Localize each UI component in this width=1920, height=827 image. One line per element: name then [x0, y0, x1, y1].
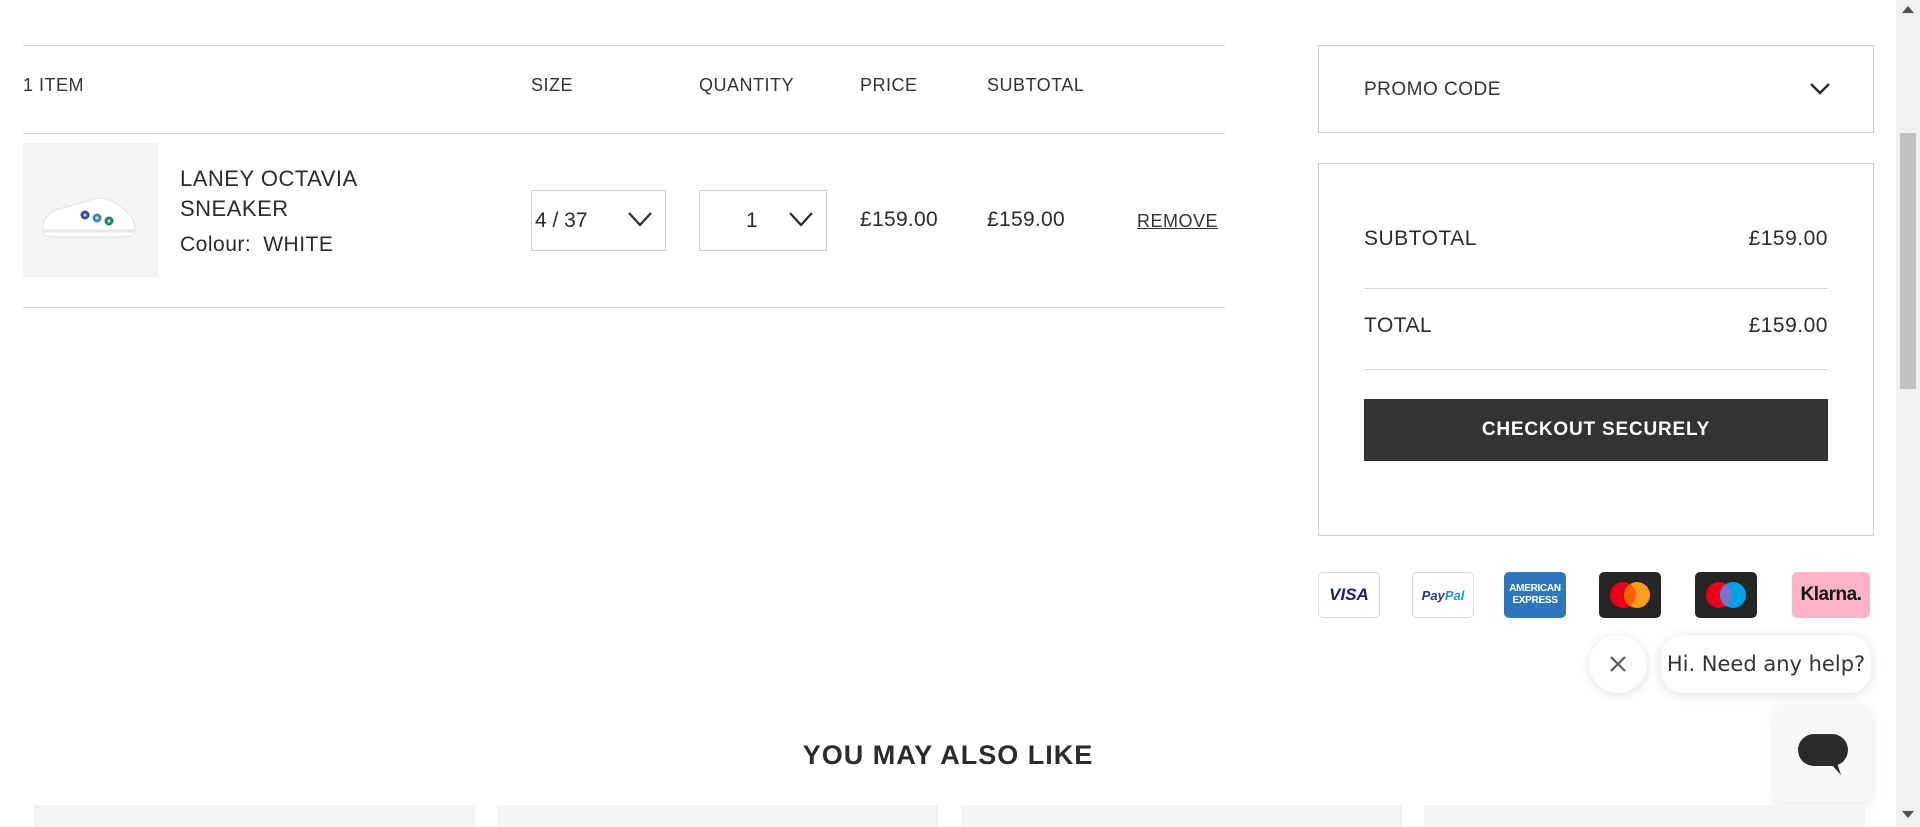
cart-table: 1 ITEM SIZE QUANTITY PRICE SUBTOTAL LANE… [23, 45, 1225, 308]
recommendation-card[interactable] [961, 805, 1402, 827]
close-icon [1610, 656, 1626, 672]
summary-total-label: TOTAL [1364, 314, 1433, 337]
chevron-down-icon [1810, 83, 1830, 95]
summary-total-value: £159.00 [1748, 314, 1828, 337]
colour-label: Colour: [180, 233, 252, 256]
price-header: PRICE [860, 75, 918, 95]
amex-text-a: AMERICAN [1509, 583, 1561, 594]
cart-table-header: 1 ITEM SIZE QUANTITY PRICE SUBTOTAL [23, 45, 1225, 134]
recommendation-card[interactable] [1424, 805, 1865, 827]
checkout-button[interactable]: CHECKOUT SECURELY [1364, 399, 1828, 461]
page-scrollbar[interactable] [1896, 0, 1920, 827]
scroll-up-arrow-icon[interactable] [1902, 6, 1914, 13]
recommendation-card[interactable] [497, 805, 938, 827]
unit-price: £159.00 [860, 208, 939, 231]
quantity-header: QUANTITY [699, 75, 795, 95]
chevron-down-icon [789, 212, 813, 227]
summary-total-row: TOTAL £159.00 [1364, 314, 1828, 338]
amex-icon: AMERICAN EXPRESS [1504, 572, 1566, 618]
remove-item-link[interactable]: REMOVE [1137, 211, 1218, 232]
recommendations-title: YOU MAY ALSO LIKE [802, 740, 1094, 770]
amex-text-b: EXPRESS [1512, 595, 1558, 606]
size-value: 4 / 37 [535, 208, 588, 232]
summary-subtotal-label: SUBTOTAL [1364, 227, 1477, 250]
product-colour: Colour: WHITE [180, 233, 333, 257]
chevron-down-icon [628, 212, 652, 227]
scrollbar-thumb[interactable] [1900, 133, 1916, 389]
divider [1364, 288, 1828, 289]
size-select[interactable]: 4 / 37 [531, 190, 666, 251]
maestro-icon [1695, 572, 1757, 618]
quantity-value: 1 [746, 208, 758, 232]
visa-icon: VISA [1318, 572, 1380, 618]
paypal-text-a: Pay [1421, 587, 1445, 603]
payment-methods: VISA Pay Pal AMERICAN EXPRESS Klarna. [1318, 572, 1876, 618]
paypal-text-b: Pal [1444, 587, 1465, 603]
klarna-icon: Klarna. [1792, 572, 1870, 618]
scroll-down-arrow-icon[interactable] [1902, 811, 1914, 818]
recommendation-card[interactable] [34, 805, 475, 827]
size-header: SIZE [531, 75, 574, 95]
order-summary: SUBTOTAL £159.00 TOTAL £159.00 CHECKOUT … [1318, 163, 1874, 536]
product-thumbnail[interactable] [23, 143, 158, 277]
sneaker-image [23, 143, 158, 277]
item-count-header: 1 ITEM [23, 75, 85, 95]
mastercard-icon [1599, 572, 1661, 618]
divider [1364, 369, 1828, 370]
quantity-select[interactable]: 1 [699, 190, 827, 251]
summary-subtotal-row: SUBTOTAL £159.00 [1364, 227, 1828, 251]
line-subtotal: £159.00 [987, 208, 1066, 231]
product-name[interactable]: LANEY OCTAVIA SNEAKER [180, 164, 430, 224]
chat-greeting-bubble[interactable]: Hi. Need any help? [1661, 635, 1871, 693]
paypal-icon: Pay Pal [1412, 572, 1474, 618]
subtotal-header: SUBTOTAL [987, 75, 1085, 95]
colour-value: WHITE [263, 233, 334, 256]
cart-item-row: LANEY OCTAVIA SNEAKER Colour: WHITE 4 / 3… [23, 134, 1225, 308]
promo-code-toggle[interactable]: PROMO CODE [1318, 45, 1874, 133]
promo-code-label: PROMO CODE [1364, 79, 1501, 100]
chat-dismiss-button[interactable] [1589, 635, 1647, 693]
summary-subtotal-value: £159.00 [1748, 227, 1828, 250]
